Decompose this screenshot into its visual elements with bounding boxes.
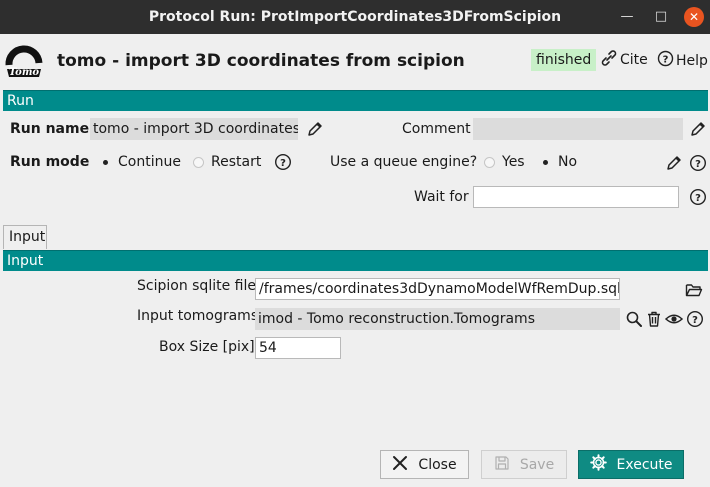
- minimize-icon[interactable]: —: [617, 7, 637, 27]
- sqlite-file-input[interactable]: /frames/coordinates3dDynamoModelWfRemDup…: [255, 278, 620, 300]
- radio-label: Yes: [502, 154, 525, 170]
- close-x-icon: [392, 455, 408, 475]
- wait-for-help-icon[interactable]: ?: [689, 188, 707, 206]
- gear-icon: [589, 454, 607, 475]
- tomo-logo: Tomo: [5, 43, 43, 79]
- help-link[interactable]: ? Help: [657, 50, 708, 71]
- window-title: Protocol Run: ProtImportCoordinates3DFro…: [148, 9, 562, 25]
- box-size-input[interactable]: 54: [255, 337, 341, 359]
- run-name-label: Run name: [10, 121, 90, 137]
- run-mode-help-icon[interactable]: ?: [274, 153, 292, 171]
- eye-icon[interactable]: [665, 310, 683, 328]
- svg-text:?: ?: [663, 55, 669, 66]
- close-icon[interactable]: ✕: [684, 7, 704, 27]
- logo-text: Tomo: [9, 67, 40, 78]
- run-mode-restart-radio[interactable]: Restart: [193, 154, 261, 170]
- save-button[interactable]: Save: [481, 450, 567, 479]
- protocol-header: Tomo tomo - import 3D coordinates from s…: [0, 34, 710, 90]
- svg-text:?: ?: [695, 193, 701, 204]
- execute-button[interactable]: Execute: [578, 450, 684, 479]
- window-titlebar: Protocol Run: ProtImportCoordinates3DFro…: [0, 0, 710, 34]
- wait-for-label: Wait for: [414, 189, 469, 205]
- execute-button-label: Execute: [616, 456, 673, 473]
- tab-input[interactable]: Input: [3, 225, 47, 249]
- run-name-field[interactable]: tomo - import 3D coordinates f: [90, 118, 298, 140]
- comment-field[interactable]: [473, 118, 683, 140]
- radio-label: Restart: [211, 154, 262, 170]
- cite-label: Cite: [620, 52, 648, 68]
- svg-text:?: ?: [695, 159, 701, 170]
- link-icon: [600, 50, 618, 70]
- cite-link[interactable]: Cite: [600, 50, 648, 70]
- edit-run-name-icon[interactable]: [306, 120, 324, 138]
- edit-comment-icon[interactable]: [689, 120, 707, 138]
- radio-label: Continue: [118, 154, 181, 170]
- protocol-title: tomo - import 3D coordinates from scipio…: [57, 51, 465, 71]
- box-size-label: Box Size [pix]: [159, 339, 255, 355]
- folder-browse-icon[interactable]: [685, 281, 703, 299]
- status-badge: finished: [531, 49, 597, 71]
- svg-text:?: ?: [280, 158, 286, 169]
- save-icon: [494, 455, 510, 475]
- wait-for-input[interactable]: [473, 186, 679, 208]
- radio-selected-icon: [540, 157, 551, 168]
- close-button[interactable]: Close: [380, 450, 469, 479]
- queue-help-icon[interactable]: ?: [689, 154, 707, 172]
- comment-label: Comment: [402, 121, 471, 137]
- queue-label: Use a queue engine?: [330, 154, 478, 170]
- radio-unselected-icon: [484, 156, 495, 168]
- help-icon: ?: [657, 50, 674, 71]
- maximize-icon[interactable]: □: [651, 7, 671, 27]
- run-section-header: Run: [3, 90, 708, 111]
- run-mode-label: Run mode: [10, 154, 90, 170]
- radio-unselected-icon: [193, 156, 204, 168]
- tomograms-help-icon[interactable]: ?: [686, 310, 704, 328]
- queue-yes-radio[interactable]: Yes: [484, 154, 525, 170]
- radio-label: No: [558, 154, 578, 170]
- input-tomograms-field[interactable]: imod - Tomo reconstruction.Tomograms: [255, 308, 620, 330]
- svg-text:?: ?: [692, 315, 698, 326]
- sqlite-file-label: Scipion sqlite file: [137, 278, 256, 294]
- edit-queue-icon[interactable]: [665, 154, 683, 172]
- radio-selected-icon: [100, 157, 111, 168]
- input-tomograms-label: Input tomograms: [137, 308, 259, 324]
- run-mode-continue-radio[interactable]: Continue: [100, 154, 181, 170]
- trash-icon[interactable]: [645, 310, 663, 328]
- close-button-label: Close: [418, 456, 457, 473]
- input-section-header: Input: [3, 250, 708, 271]
- save-button-label: Save: [519, 456, 555, 473]
- help-label: Help: [676, 52, 708, 69]
- queue-no-radio[interactable]: No: [540, 154, 577, 170]
- search-icon[interactable]: [625, 310, 643, 328]
